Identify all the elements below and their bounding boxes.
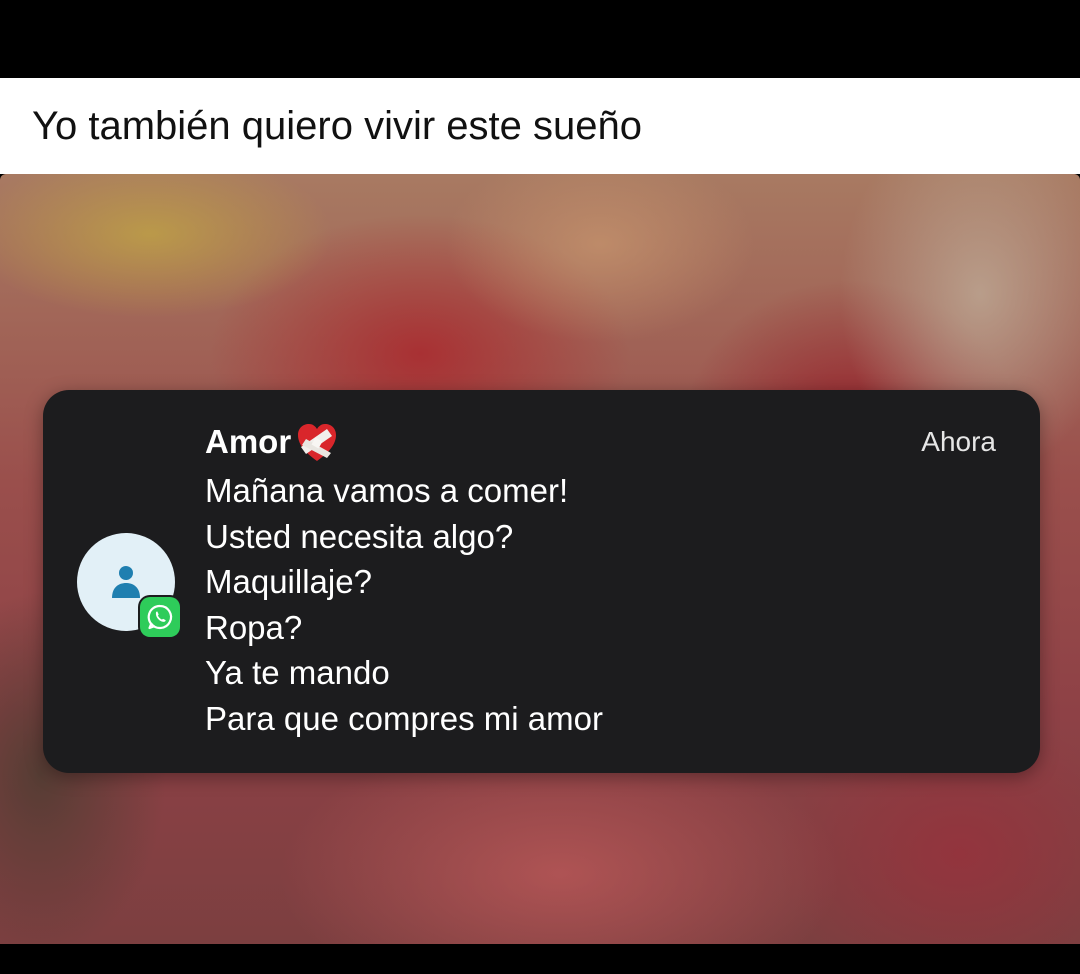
message-line: Mañana vamos a comer!	[205, 472, 569, 509]
screenshot-frame: Yo también quiero vivir este sueño Amor	[0, 0, 1080, 974]
bottom-bar	[0, 944, 1080, 974]
caption-text: Yo también quiero vivir este sueño	[32, 104, 642, 148]
caption-bar: Yo también quiero vivir este sueño	[0, 78, 1080, 174]
message-line: Para que compres mi amor	[205, 699, 603, 737]
message-line: Ropa?	[205, 608, 303, 646]
message-lines: Mañana vamos a comer! Usted necesita alg…	[205, 468, 603, 741]
heart-with-bandage-icon	[298, 424, 337, 461]
sender-row: Amor	[205, 420, 340, 464]
notification-timestamp: Ahora	[921, 426, 996, 457]
message-line: Usted necesita algo?	[205, 517, 514, 555]
message-line: Maquillaje?	[205, 563, 372, 600]
message-line: Ya te mando	[205, 654, 390, 691]
whatsapp-icon	[140, 597, 180, 637]
person-icon	[112, 566, 140, 598]
sender-name: Amor	[205, 423, 292, 460]
message-notification[interactable]: Amor Ahora Mañana vamos a comer! Usted n…	[43, 390, 1040, 773]
